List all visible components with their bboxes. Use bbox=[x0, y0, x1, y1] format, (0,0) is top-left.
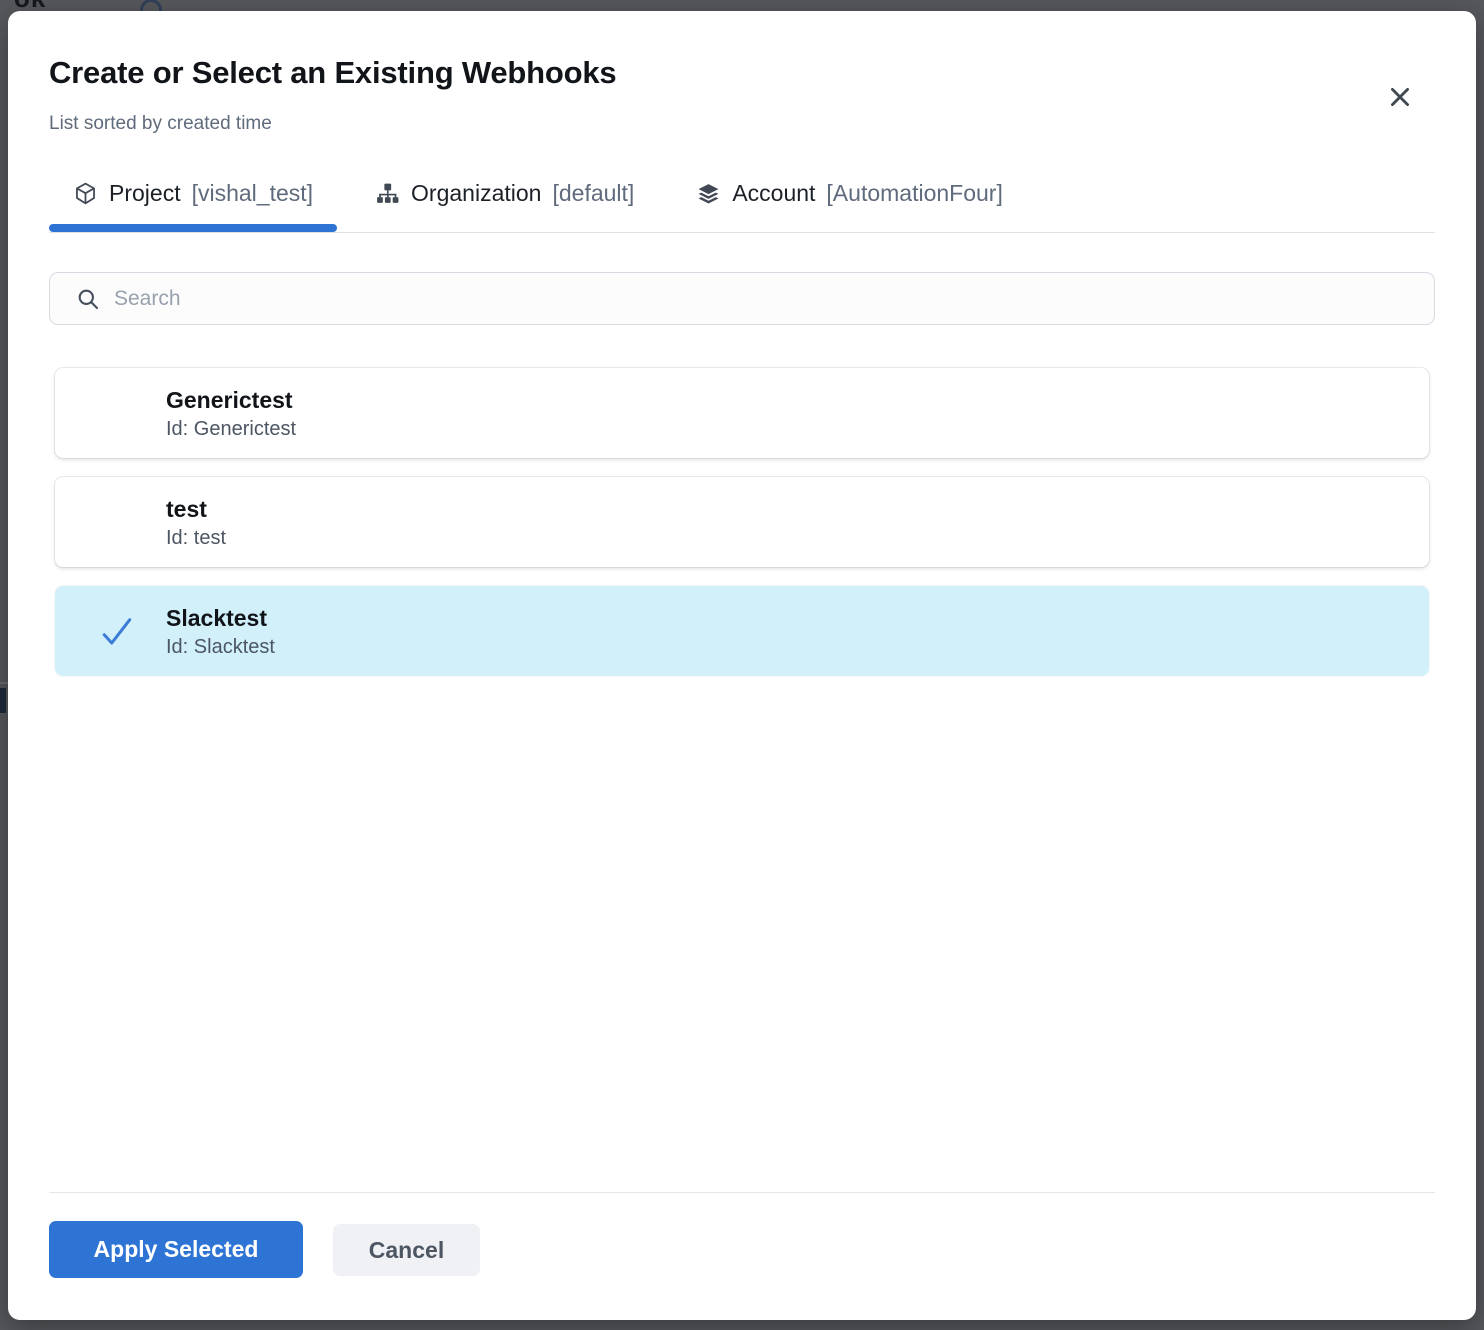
list-item-test[interactable]: test Id: test bbox=[55, 477, 1429, 567]
tab-project-label: Project bbox=[109, 180, 181, 207]
search-container bbox=[49, 272, 1435, 325]
backdrop-fragment-text: ok bbox=[14, 0, 46, 11]
cancel-button[interactable]: Cancel bbox=[333, 1224, 480, 1276]
tab-project[interactable]: Project [vishal_test] bbox=[49, 174, 337, 232]
close-button[interactable] bbox=[1380, 77, 1420, 117]
webhook-name: Generictest bbox=[166, 385, 1405, 415]
tab-organization-scope: [default] bbox=[552, 180, 634, 207]
webhook-name: Slacktest bbox=[166, 603, 1405, 633]
search-icon bbox=[76, 287, 100, 311]
tab-organization-label: Organization bbox=[411, 180, 541, 207]
backdrop-divider-fragment bbox=[0, 682, 8, 684]
cube-icon bbox=[73, 181, 98, 206]
tab-project-scope: [vishal_test] bbox=[192, 180, 313, 207]
dialog-title: Create or Select an Existing Webhooks bbox=[49, 55, 616, 91]
dialog-subtitle: List sorted by created time bbox=[49, 113, 272, 135]
backdrop-help-icon bbox=[140, 0, 162, 11]
webhook-id: Id: Slacktest bbox=[166, 633, 1405, 661]
close-icon bbox=[1387, 84, 1413, 110]
layers-icon bbox=[696, 181, 721, 206]
footer-divider bbox=[49, 1192, 1435, 1193]
tab-organization[interactable]: Organization [default] bbox=[351, 174, 658, 232]
apply-selected-button[interactable]: Apply Selected bbox=[49, 1221, 303, 1278]
check-icon bbox=[99, 613, 135, 649]
scope-tabs: Project [vishal_test] Organization [defa… bbox=[49, 174, 1435, 233]
tab-account[interactable]: Account [AutomationFour] bbox=[672, 174, 1027, 232]
backdrop-page-fragment: ok bbox=[0, 0, 1484, 11]
search-input[interactable] bbox=[114, 287, 1418, 311]
list-item-generictest[interactable]: Generictest Id: Generictest bbox=[55, 368, 1429, 458]
webhook-select-dialog: Create or Select an Existing Webhooks Li… bbox=[8, 11, 1476, 1320]
sitemap-icon bbox=[375, 181, 400, 206]
tab-account-label: Account bbox=[732, 180, 815, 207]
webhook-name: test bbox=[166, 494, 1405, 524]
backdrop-button-fragment bbox=[0, 688, 6, 713]
tab-account-scope: [AutomationFour] bbox=[826, 180, 1002, 207]
webhook-id: Id: test bbox=[166, 524, 1405, 552]
webhook-list: Generictest Id: Generictest test Id: tes… bbox=[55, 368, 1429, 695]
webhook-id: Id: Generictest bbox=[166, 415, 1405, 443]
list-item-slacktest[interactable]: Slacktest Id: Slacktest bbox=[55, 586, 1429, 676]
